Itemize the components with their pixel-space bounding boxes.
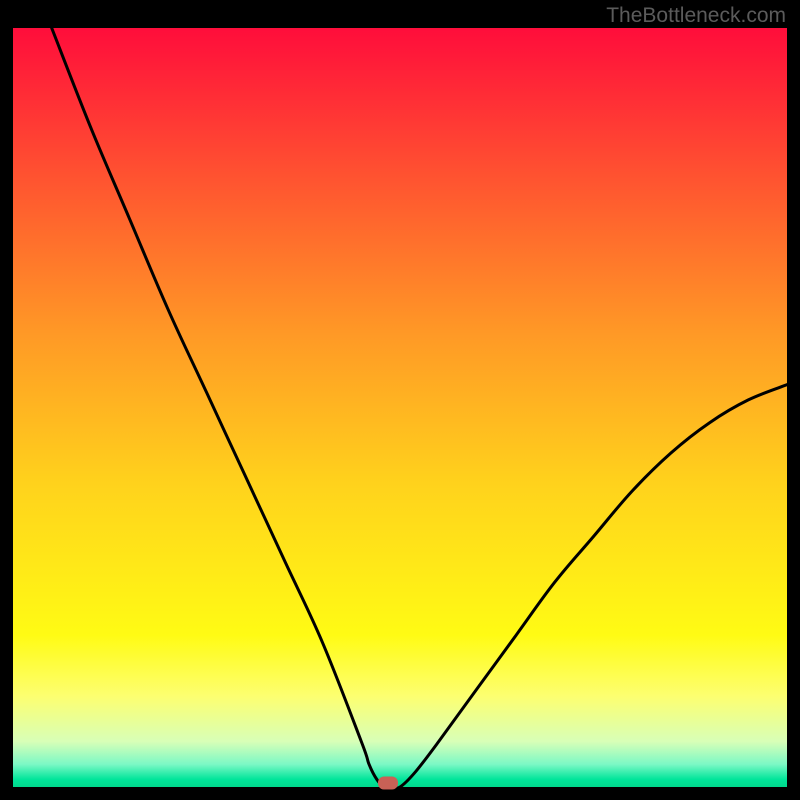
attribution-text: TheBottleneck.com (606, 4, 786, 28)
optimal-point-marker (378, 777, 398, 790)
chart-frame (13, 28, 787, 787)
bottleneck-curve (13, 28, 787, 787)
